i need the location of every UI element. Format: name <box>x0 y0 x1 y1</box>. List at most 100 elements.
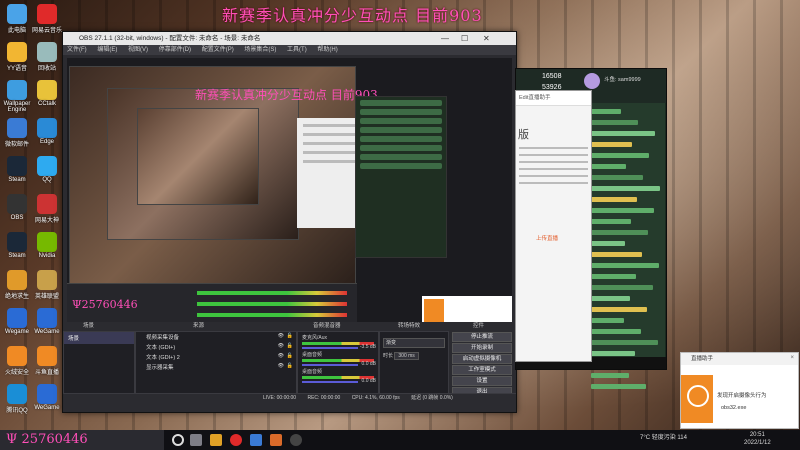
controls-header: 控件 <box>473 323 485 329</box>
chat-message <box>591 219 631 224</box>
chat-message <box>591 241 625 246</box>
desktop-icon[interactable]: WeGame <box>32 384 62 411</box>
menu-help[interactable]: 帮助(H) <box>317 47 337 53</box>
desktop-icon[interactable]: 绝地求生 <box>2 270 32 300</box>
eye-icon[interactable]: 👁 <box>278 363 284 369</box>
lock-icon[interactable]: 🔓 <box>287 333 293 339</box>
desktop-icon[interactable]: 微软邮件 <box>2 118 32 148</box>
eye-icon[interactable]: 👁 <box>278 343 284 349</box>
settings-button[interactable]: 设置 <box>452 376 512 386</box>
desktop-icon[interactable]: WeGame <box>32 308 62 335</box>
chat-message <box>591 296 630 301</box>
desktop-icon[interactable]: Wegame <box>2 308 32 335</box>
desktop-icon[interactable]: 火绒安全 <box>2 346 32 376</box>
desktop-icon-label: Wegame <box>5 329 29 335</box>
eye-icon[interactable]: 👁 <box>278 333 284 339</box>
app-icon <box>7 118 27 138</box>
lock-icon[interactable]: 🔓 <box>287 353 293 359</box>
desktop-icon-label: CCtalk <box>37 101 56 107</box>
desktop-icon-label: 回收站 <box>37 66 56 72</box>
mixer-slider[interactable]: 0.0 dB <box>302 378 376 384</box>
chat-message <box>591 208 654 213</box>
desktop-icon[interactable]: 此电脑 <box>2 4 32 34</box>
menu-file[interactable]: 文件(F) <box>67 47 87 53</box>
menu-view[interactable]: 视图(V) <box>128 47 148 53</box>
obs-icon[interactable] <box>290 434 302 446</box>
desktop-icon[interactable]: 网易云音乐 <box>32 4 62 34</box>
minimize-icon[interactable]: — <box>441 32 449 45</box>
app-icon <box>37 4 57 24</box>
desktop-icon[interactable]: Nvidia <box>32 232 62 259</box>
desktop-icon[interactable]: Steam <box>2 232 32 259</box>
start-recording-button[interactable]: 开始录制 <box>452 343 512 353</box>
lock-icon[interactable]: 🔓 <box>287 363 293 369</box>
scene-item[interactable]: 场景 <box>64 332 134 344</box>
desktop-icon-label: WeGame <box>34 329 60 335</box>
desktop-icon-label: WeGame <box>34 405 60 411</box>
mixer-value: -3.5 dB <box>359 344 376 350</box>
transition-select[interactable]: 渐变 <box>383 338 445 348</box>
toast-line-1: 发现开启摄像头行为 <box>717 393 767 399</box>
desktop-icon[interactable]: 网易大神 <box>32 194 62 224</box>
chat-messages[interactable] <box>588 103 665 389</box>
desktop-icon-label: OBS <box>10 215 24 221</box>
app-icon <box>7 232 27 252</box>
source-item[interactable]: 视频采集设备 👁 🔓 <box>136 332 296 342</box>
taskbar-search[interactable]: Ψ 25760446 <box>0 430 164 450</box>
duration-value[interactable]: 300 ms <box>394 352 419 360</box>
clock-time: 20:51 <box>749 432 765 438</box>
taskbar-app-icon[interactable] <box>190 434 202 446</box>
chat-message <box>591 285 653 290</box>
mixer-slider[interactable]: -3.5 dB <box>302 344 376 350</box>
menu-profile[interactable]: 配置文件(P) <box>202 47 234 53</box>
menu-edit[interactable]: 编辑(E) <box>97 47 117 53</box>
desktop-icon[interactable]: YY语音 <box>2 42 32 72</box>
lock-icon[interactable]: 🔓 <box>287 343 293 349</box>
source-item[interactable]: 文本 (GDI+) 👁 🔓 <box>136 342 296 352</box>
menu-tools[interactable]: 工具(T) <box>287 47 307 53</box>
obs-window[interactable]: OBS 27.1.1 (32-bit, windows) - 配置文件: 未命名… <box>62 31 517 413</box>
menu-scene-collection[interactable]: 场景集合(S) <box>244 47 276 53</box>
mixer-slider[interactable]: 0.0 dB <box>302 361 376 367</box>
desktop-icon[interactable]: 回收站 <box>32 42 62 72</box>
toast-line-2: obs32.exe <box>721 405 747 411</box>
stop-stream-button[interactable]: 停止推流 <box>452 332 512 342</box>
obs-docks: 场景 来源 音频混音器 转场特效 控件 场景 视频采集设备 👁 🔓 文本 (GDI+… <box>63 322 516 402</box>
desktop-icon-label: 绝地求生 <box>4 294 29 300</box>
virtual-camera-button[interactable]: 启动虚拟摄像机 <box>452 354 512 364</box>
close-icon[interactable]: × <box>790 355 794 361</box>
mixer-value: 0.0 dB <box>361 378 376 384</box>
source-item[interactable]: 显示器采集 👁 🔓 <box>136 362 296 372</box>
taskbar-app-icon[interactable] <box>250 434 262 446</box>
netease-icon[interactable] <box>230 434 242 446</box>
douyu-icon[interactable] <box>270 434 282 446</box>
desktop-icon[interactable]: CCtalk <box>32 80 62 107</box>
task-view-icon[interactable] <box>172 434 184 446</box>
desktop-icon[interactable]: Wallpaper Engine <box>2 80 32 113</box>
maximize-icon[interactable]: ☐ <box>461 32 468 45</box>
camera-toast[interactable]: 直播助手 × 发现开启摄像头行为 obs32.exe <box>680 352 799 429</box>
source-item[interactable]: 文本 (GDI+) 2 👁 🔓 <box>136 352 296 362</box>
scenes-header: 场景 <box>83 323 95 329</box>
eye-icon[interactable]: 👁 <box>278 353 284 359</box>
app-icon <box>37 80 57 100</box>
avatar[interactable] <box>584 73 600 89</box>
app-icon <box>37 42 57 62</box>
folder-icon[interactable] <box>210 434 222 446</box>
clock[interactable]: 20:51 2022/1/12 <box>744 431 771 447</box>
desktop-icon[interactable]: 英雄联盟 <box>32 270 62 300</box>
desktop-icon[interactable]: 腾讯QQ <box>2 384 32 414</box>
desktop-icon[interactable]: Edge <box>32 118 62 145</box>
desktop-icon[interactable]: QQ <box>32 156 62 183</box>
obs-titlebar[interactable]: OBS 27.1.1 (32-bit, windows) - 配置文件: 未命名… <box>63 32 516 45</box>
desktop-icon[interactable]: OBS <box>2 194 32 221</box>
desktop-icon[interactable]: 斗鱼直播 <box>32 346 62 376</box>
desktop-icon[interactable]: Steam <box>2 156 32 183</box>
desktop-icon-label: 腾讯QQ <box>6 408 28 414</box>
upload-link[interactable]: 上传直播 <box>536 234 591 242</box>
studio-mode-button[interactable]: 工作室模式 <box>452 365 512 375</box>
chat-user: 斗鱼: sam9999 <box>604 77 641 83</box>
helper-window[interactable]: Edit直播助手 版 上传直播 <box>515 90 592 362</box>
close-icon[interactable]: ✕ <box>483 32 490 45</box>
menu-docks[interactable]: 停靠部件(D) <box>159 47 191 53</box>
